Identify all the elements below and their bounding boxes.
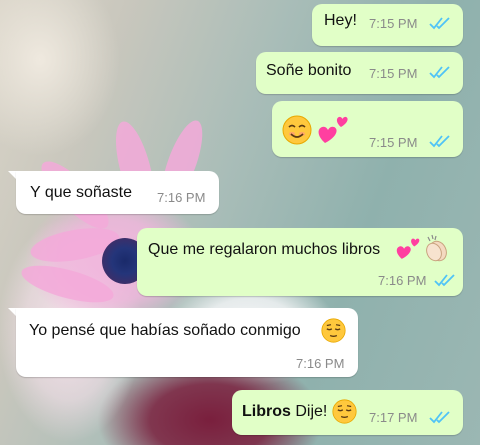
message-bold-text: Libros: [242, 403, 291, 420]
message-bubble-outgoing[interactable]: Libros Dije! 7:17 PM: [232, 390, 463, 435]
two-hearts-icon: [318, 116, 348, 143]
smiling-face-icon: [282, 115, 312, 145]
relieved-face-icon: [321, 318, 346, 343]
message-timestamp: 7:15 PM: [369, 66, 418, 81]
message-text-rest: Dije!: [290, 403, 328, 420]
message-text: Soñe bonito: [266, 62, 352, 79]
message-text: Que me regalaron muchos libros: [148, 241, 381, 258]
read-receipt-icon: [429, 66, 450, 79]
message-text: Yo pensé que habías soñado conmigo: [29, 322, 301, 339]
message-text: Y que soñaste: [30, 184, 133, 201]
message-bubble-incoming[interactable]: Yo pensé que habías soñado conmigo 7:16 …: [16, 308, 358, 377]
message-timestamp: 7:16 PM: [296, 356, 345, 371]
message-timestamp: 7:16 PM: [378, 273, 427, 288]
message-timestamp: 7:17 PM: [369, 410, 418, 425]
read-receipt-icon: [434, 274, 455, 287]
read-receipt-icon: [429, 411, 450, 424]
relieved-face-icon: [332, 399, 357, 424]
message-timestamp: 7:16 PM: [157, 190, 206, 205]
read-receipt-icon: [429, 135, 450, 148]
message-bubble-outgoing[interactable]: Que me regalaron muchos libros 7:16 PM: [137, 228, 463, 296]
message-bubble-outgoing[interactable]: Hey! 7:15 PM: [312, 4, 463, 46]
message-text: Hey!: [324, 12, 357, 29]
message-timestamp: 7:15 PM: [369, 135, 418, 150]
message-bubble-outgoing[interactable]: 7:15 PM: [272, 101, 463, 157]
message-bubble-incoming[interactable]: Y que soñaste 7:16 PM: [16, 171, 219, 214]
clapping-hands-icon: [426, 234, 447, 262]
message-timestamp: 7:15 PM: [369, 16, 418, 31]
message-text: Libros Dije!: [242, 403, 327, 421]
message-bubble-outgoing[interactable]: Soñe bonito 7:15 PM: [256, 52, 463, 94]
read-receipt-icon: [429, 17, 450, 30]
two-hearts-icon: [396, 238, 420, 259]
